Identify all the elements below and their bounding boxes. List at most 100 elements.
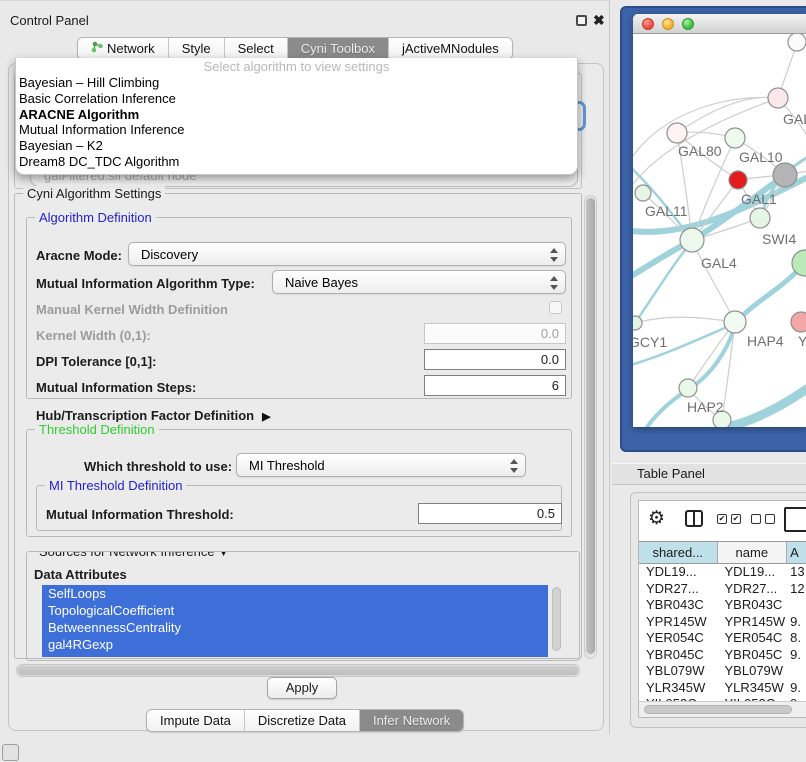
table-row[interactable]: YER054CYER054C8. bbox=[639, 630, 806, 647]
table-cell[interactable]: 13 bbox=[787, 564, 806, 581]
table-row[interactable]: YBR045CYBR045C9. bbox=[639, 647, 806, 664]
column-header-a[interactable]: A bbox=[787, 542, 806, 563]
sources-group-title[interactable]: Sources for Network Inference▼ bbox=[35, 551, 232, 561]
table-cell[interactable]: 9. bbox=[787, 680, 806, 697]
table-row[interactable]: YBR043CYBR043C bbox=[639, 597, 806, 614]
manual-kernel-width-checkbox[interactable] bbox=[549, 301, 562, 314]
tab-select[interactable]: Select bbox=[225, 38, 288, 59]
deselect-all-checkbox-icon[interactable] bbox=[765, 514, 775, 524]
network-node[interactable] bbox=[667, 123, 687, 143]
network-node[interactable] bbox=[768, 88, 788, 108]
attribute-item-gal4rgexp[interactable]: gal4RGexp bbox=[42, 636, 548, 653]
table-row[interactable]: YBL079WYBL079W bbox=[639, 663, 806, 680]
table-cell[interactable]: YBR045C bbox=[639, 647, 718, 664]
minimized-panel-icon[interactable] bbox=[2, 744, 19, 761]
table-cell[interactable]: YER054C bbox=[718, 630, 788, 647]
table-cell[interactable]: YDR27... bbox=[639, 581, 718, 598]
select-all-checkbox-icon[interactable]: ✔ bbox=[731, 514, 741, 524]
new-table-icon[interactable] bbox=[784, 507, 806, 532]
select-all-checkbox-icon[interactable]: ✔ bbox=[717, 514, 727, 524]
network-node[interactable] bbox=[680, 228, 704, 252]
network-node[interactable] bbox=[791, 312, 806, 332]
scrollbar-thumb[interactable] bbox=[18, 666, 578, 675]
algorithm-option-aracne-algorithm[interactable]: ARACNE Algorithm bbox=[16, 107, 577, 123]
scrollbar-thumb[interactable] bbox=[644, 705, 792, 714]
table-cell[interactable]: 9. bbox=[787, 614, 806, 631]
dpi-tolerance-field[interactable]: 0.0 bbox=[424, 349, 566, 370]
column-header-name[interactable]: name bbox=[718, 542, 788, 563]
close-icon[interactable]: ✖ bbox=[593, 11, 605, 29]
mi-steps-field[interactable]: 6 bbox=[424, 375, 566, 396]
table-cell[interactable]: YLR345W bbox=[718, 680, 788, 697]
network-node[interactable] bbox=[635, 185, 651, 201]
algorithm-option-mutual-information-inference[interactable]: Mutual Information Inference bbox=[16, 122, 577, 138]
attribute-item-topologicalcoefficient[interactable]: TopologicalCoefficient bbox=[42, 602, 548, 619]
algorithm-option-bayesian-hill-climbing[interactable]: Bayesian – Hill Climbing bbox=[16, 75, 577, 91]
minimize-traffic-light-icon[interactable] bbox=[662, 18, 674, 30]
algorithm-option-basic-correlation-inference[interactable]: Basic Correlation Inference bbox=[16, 91, 577, 107]
table-row[interactable]: YDR27...YDR27...12 bbox=[639, 581, 806, 598]
table-cell[interactable]: YBR045C bbox=[718, 647, 788, 664]
network-canvas[interactable]: GALGAL80GAL10GAL1GAL11SWI4GAL4GCY1HAP4YH… bbox=[633, 34, 806, 427]
mi-algorithm-type-combobox[interactable]: Naive Bayes bbox=[272, 270, 566, 294]
settings-horizontal-scrollbar[interactable] bbox=[16, 664, 580, 677]
table-cell[interactable] bbox=[787, 663, 806, 680]
mi-threshold-field[interactable]: 0.5 bbox=[418, 503, 562, 524]
table-cell[interactable]: YBL079W bbox=[718, 663, 788, 680]
table-cell[interactable] bbox=[787, 597, 806, 614]
threshold-definition-title: Threshold Definition bbox=[35, 422, 159, 437]
table-cell[interactable]: 9. bbox=[787, 647, 806, 664]
close-traffic-light-icon[interactable] bbox=[642, 18, 654, 30]
table-cell[interactable]: YER054C bbox=[639, 630, 718, 647]
attributes-scrollbar[interactable] bbox=[552, 587, 561, 651]
network-node[interactable] bbox=[633, 316, 642, 330]
network-node[interactable] bbox=[725, 128, 745, 148]
float-window-icon[interactable] bbox=[576, 15, 587, 26]
table-cell[interactable]: 12 bbox=[787, 581, 806, 598]
deselect-all-checkbox-icon[interactable] bbox=[751, 514, 761, 524]
kernel-width-field[interactable]: 0.0 bbox=[424, 323, 566, 344]
tab-cyni-toolbox[interactable]: Cyni Toolbox bbox=[288, 38, 389, 59]
tab-jactivemnodules[interactable]: jActiveMNodules bbox=[389, 38, 512, 59]
table-cell[interactable]: YDL19... bbox=[718, 564, 788, 581]
column-header-shared[interactable]: shared... bbox=[639, 542, 718, 563]
settings-vertical-scrollbar[interactable] bbox=[584, 195, 597, 659]
tab-infer-network[interactable]: Infer Network bbox=[360, 710, 463, 731]
algorithm-option-bayesian-k2[interactable]: Bayesian – K2 bbox=[16, 138, 577, 154]
table-cell[interactable]: YLR345W bbox=[639, 680, 718, 697]
network-node[interactable] bbox=[724, 311, 746, 333]
network-window-titlebar[interactable] bbox=[633, 14, 806, 34]
gear-icon[interactable]: ⚙ bbox=[648, 508, 665, 530]
which-threshold-combobox[interactable]: MI Threshold bbox=[236, 453, 526, 477]
network-node[interactable] bbox=[750, 208, 770, 228]
table-row[interactable]: YDL19...YDL19...13 bbox=[639, 564, 806, 581]
table-cell[interactable]: YBR043C bbox=[639, 597, 718, 614]
apply-button[interactable]: Apply bbox=[267, 677, 337, 699]
zoom-traffic-light-icon[interactable] bbox=[682, 18, 694, 30]
tab-discretize-data[interactable]: Discretize Data bbox=[245, 710, 360, 731]
table-cell[interactable]: YBL079W bbox=[639, 663, 718, 680]
table-cell[interactable]: YDR27... bbox=[718, 581, 788, 598]
tab-impute-data[interactable]: Impute Data bbox=[147, 710, 245, 731]
tab-network[interactable]: Network bbox=[78, 38, 169, 59]
table-row[interactable]: YLR345WYLR345W9. bbox=[639, 680, 806, 697]
scrollbar-thumb[interactable] bbox=[586, 198, 595, 654]
table-cell[interactable]: YPR145W bbox=[718, 614, 788, 631]
show-columns-icon[interactable] bbox=[685, 510, 703, 527]
table-cell[interactable]: YPR145W bbox=[639, 614, 718, 631]
aracne-mode-combobox[interactable]: Discovery bbox=[128, 242, 566, 266]
hub-definition-toggle[interactable]: Hub/Transcription Factor Definition▶ bbox=[36, 408, 271, 423]
network-node[interactable] bbox=[729, 171, 747, 189]
tab-style[interactable]: Style bbox=[169, 38, 225, 59]
attribute-item-selfloops[interactable]: SelfLoops bbox=[42, 585, 548, 602]
network-node[interactable] bbox=[679, 379, 697, 397]
table-cell[interactable]: YBR043C bbox=[718, 597, 788, 614]
network-node[interactable] bbox=[773, 163, 797, 187]
attribute-item-betweennesscentrality[interactable]: BetweennessCentrality bbox=[42, 619, 548, 636]
algorithm-option-dream8-dc-tdc-algorithm[interactable]: Dream8 DC_TDC Algorithm bbox=[16, 154, 577, 170]
table-row[interactable]: YPR145WYPR145W9. bbox=[639, 614, 806, 631]
network-node[interactable] bbox=[788, 34, 806, 51]
table-cell[interactable]: 8. bbox=[787, 630, 806, 647]
table-cell[interactable]: YDL19... bbox=[639, 564, 718, 581]
table-horizontal-scrollbar[interactable] bbox=[639, 701, 806, 718]
